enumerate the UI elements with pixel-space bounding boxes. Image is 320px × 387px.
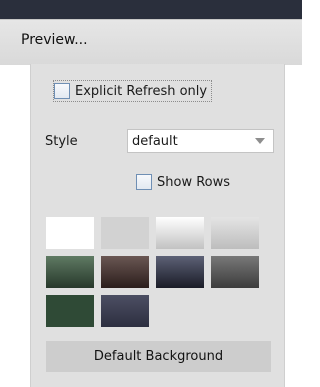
explicit-refresh-checkbox[interactable] [54, 83, 70, 99]
preview-header[interactable]: Preview... [0, 19, 302, 65]
swatch-light-gray[interactable] [101, 217, 149, 249]
show-rows-option[interactable]: Show Rows [136, 174, 230, 190]
default-background-button[interactable]: Default Background [46, 341, 271, 372]
explicit-refresh-option[interactable]: Explicit Refresh only [53, 80, 213, 102]
header-title: Preview... [21, 32, 88, 48]
swatch-dark-brown-gradient[interactable] [101, 256, 149, 288]
swatch-dark-gray-gradient[interactable] [211, 256, 259, 288]
swatch-dark-slate[interactable] [101, 295, 149, 327]
style-select[interactable]: default [127, 129, 274, 153]
chevron-down-icon[interactable] [255, 138, 265, 144]
top-bar [0, 0, 302, 19]
swatch-dark-green-gradient[interactable] [46, 256, 94, 288]
style-label: Style [45, 134, 78, 149]
style-select-value: default [132, 133, 178, 149]
swatch-dark-blue-gradient[interactable] [156, 256, 204, 288]
explicit-refresh-label: Explicit Refresh only [75, 83, 208, 99]
default-background-label: Default Background [93, 349, 224, 364]
background-swatch-grid [46, 217, 259, 327]
swatch-white-gray-gradient[interactable] [156, 217, 204, 249]
preview-panel: Explicit Refresh only Style default Show… [30, 64, 285, 387]
swatch-light-gray-gradient[interactable] [211, 217, 259, 249]
swatch-dark-green[interactable] [46, 295, 94, 327]
swatch-white[interactable] [46, 217, 94, 249]
show-rows-checkbox[interactable] [136, 174, 152, 190]
show-rows-label: Show Rows [157, 174, 231, 190]
